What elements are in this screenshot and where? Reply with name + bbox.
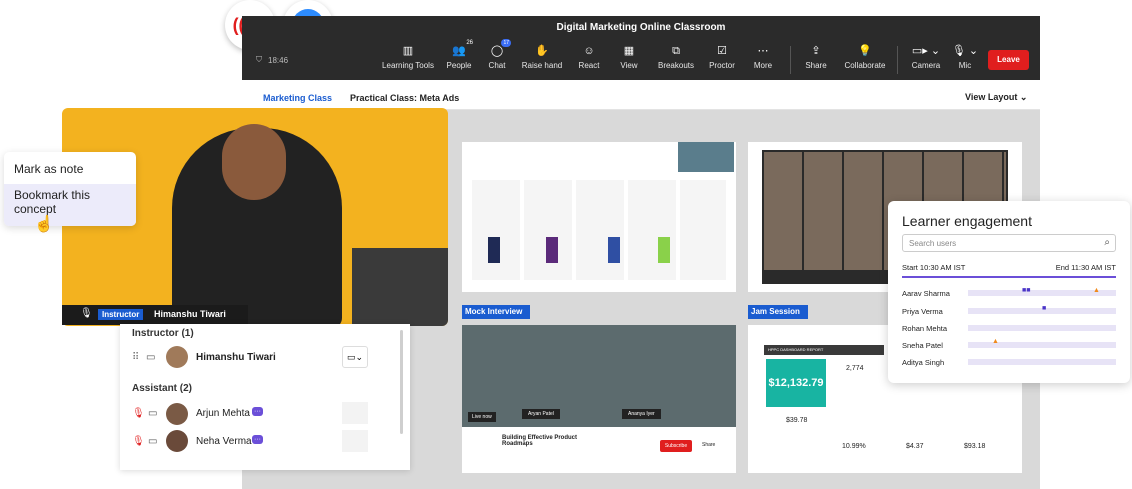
view-layout-dropdown[interactable]: View Layout ⌄ xyxy=(965,92,1027,103)
toolbar-mic[interactable]: 🎙 ⌄ Mic xyxy=(937,44,993,70)
video-name-tag: 🎙 Instructor Himanshu Tiwari xyxy=(62,305,248,325)
view-layout-label: View Layout xyxy=(965,92,1018,102)
mock-interview-label: Mock Interview xyxy=(462,305,530,319)
camera-dropdown[interactable]: ▭⌄ xyxy=(342,346,368,368)
more-icon: ⋯ xyxy=(757,45,769,57)
tab-marketing-class[interactable]: Marketing Class xyxy=(263,93,332,103)
camera-icon: ▭ xyxy=(148,436,158,447)
dashboard-metric: $93.18 xyxy=(964,443,986,450)
toolbar-collaborate[interactable]: 💡 Collaborate xyxy=(837,44,893,70)
instructor-face xyxy=(222,124,286,200)
speaker-label: Aryan Patel xyxy=(522,409,560,419)
chat-marker-icon: ■ xyxy=(1042,305,1047,312)
kanban-board xyxy=(472,180,726,280)
thumbnail xyxy=(608,237,620,263)
cursor-hand-icon: ☝ xyxy=(34,216,54,233)
assistant-name: Arjun Mehta xyxy=(196,408,250,419)
assistant-name: Neha Verma xyxy=(196,436,252,447)
search-placeholder: Search users xyxy=(909,239,957,248)
assistant-header: Assistant (2) xyxy=(132,383,193,394)
learner-engagement-panel: Learner engagement Search users ⌕ Start … xyxy=(888,201,1130,383)
instructor-header: Instructor (1) xyxy=(132,328,194,339)
talk-title: Building Effective Product Roadmaps xyxy=(502,435,578,447)
engagement-bar[interactable] xyxy=(968,359,1116,365)
toolbar-learning-tools[interactable]: ▥ Learning Tools xyxy=(380,44,436,70)
chart-icon: ▥ xyxy=(402,45,414,57)
subscribe-button[interactable]: Subscribe xyxy=(660,440,692,452)
camera-icon: ▭ xyxy=(146,352,156,363)
alert-marker-icon: ▲ xyxy=(992,338,999,345)
jam-session-label: Jam Session xyxy=(748,305,808,319)
thumbnail xyxy=(488,237,500,263)
mock-interview-tile[interactable]: Live now Aryan Patel Ananya Iyer Buildin… xyxy=(462,325,736,473)
mic-icon: 🎙 ⌄ xyxy=(951,45,979,57)
bulb-icon: 💡 xyxy=(858,45,872,57)
tab-practical-class[interactable]: Practical Class: Meta Ads xyxy=(350,93,459,103)
learner-name: Priya Verma xyxy=(902,307,943,316)
chat-marker-icon: ■■ xyxy=(1022,287,1031,294)
presenter-thumbnail xyxy=(678,142,734,172)
thumbnail xyxy=(546,237,558,263)
control-slot[interactable] xyxy=(342,430,368,452)
menu-item-bookmark[interactable]: Bookmark this concept xyxy=(14,188,114,216)
speaker-label: Ananya Iyer xyxy=(622,409,661,419)
participants-panel: Instructor (1) ⠿ ▭ Himanshu Tiwari ▭⌄ As… xyxy=(120,324,410,470)
learner-name: Aarav Sharma xyxy=(902,289,950,298)
speaker-name: Himanshu Tiwari xyxy=(154,309,226,319)
camera-icon: ▭ xyxy=(148,408,158,419)
share-icon: ⇪ xyxy=(811,45,821,57)
camera-icon: ▭⌄ xyxy=(346,352,364,362)
alert-marker-icon: ▲ xyxy=(1093,287,1100,294)
mic-off-icon: 🎙 xyxy=(132,436,145,447)
drag-handle-icon[interactable]: ⠿ xyxy=(132,352,139,363)
dashboard-title: HPPC DASHBOARD REPORT xyxy=(764,345,884,355)
share-button[interactable]: Share xyxy=(702,442,715,448)
avatar xyxy=(166,430,188,452)
timer-label: 18:46 xyxy=(268,55,289,65)
instructor-name: Himanshu Tiwari xyxy=(196,352,276,363)
chat-badge: 17 xyxy=(501,39,511,47)
chat-icon[interactable]: ··· xyxy=(252,435,263,444)
window-title: Digital Marketing Online Classroom xyxy=(556,22,726,33)
dashboard-metric: 2,774 xyxy=(846,365,864,372)
dashboard-metric: 10.99% xyxy=(842,443,866,450)
leave-button[interactable]: Leave xyxy=(988,50,1029,70)
dashboard-big-value: $12,132.79 xyxy=(766,359,826,407)
mic-off-icon: 🎙 xyxy=(132,408,145,419)
chat-icon[interactable]: ··· xyxy=(252,407,263,416)
timeline-axis xyxy=(902,276,1116,278)
laptop xyxy=(352,248,448,326)
avatar xyxy=(166,346,188,368)
search-icon: ⌕ xyxy=(1104,237,1110,248)
dashboard-metric: $39.78 xyxy=(786,417,808,424)
avatar xyxy=(166,403,188,425)
interview-video xyxy=(462,325,736,427)
control-slot[interactable] xyxy=(342,402,368,424)
shared-screen-tile[interactable] xyxy=(462,142,736,292)
learner-name: Sneha Patel xyxy=(902,341,943,350)
toolbar-more[interactable]: ⋯ More xyxy=(735,44,791,70)
end-time: End 11:30 AM IST xyxy=(1055,263,1116,272)
menu-item-mark-note[interactable]: Mark as note xyxy=(14,162,83,176)
chevron-down-icon: ⌄ xyxy=(1019,92,1028,102)
thumbnail xyxy=(658,237,670,263)
learner-name: Aditya Singh xyxy=(902,358,945,367)
role-badge: Instructor xyxy=(98,309,144,320)
shield-icon: ⛉ xyxy=(256,55,262,64)
learner-name: Rohan Mehta xyxy=(902,324,948,333)
start-time: Start 10:30 AM IST xyxy=(902,263,966,272)
search-input[interactable]: Search users ⌕ xyxy=(902,234,1116,252)
engagement-bar[interactable] xyxy=(968,342,1116,348)
context-menu: Mark as note Bookmark this concept ☝ xyxy=(4,152,136,233)
engagement-bar[interactable] xyxy=(968,325,1116,331)
toolbar-share[interactable]: ⇪ Share xyxy=(788,44,844,70)
live-badge: Live now xyxy=(468,412,496,422)
dashboard-metric: $4.37 xyxy=(906,443,924,450)
engagement-title: Learner engagement xyxy=(902,213,1032,229)
scrollbar[interactable] xyxy=(400,330,403,434)
mic-icon: 🎙 xyxy=(80,308,93,319)
timer: ⛉ 18:46 xyxy=(256,55,288,65)
